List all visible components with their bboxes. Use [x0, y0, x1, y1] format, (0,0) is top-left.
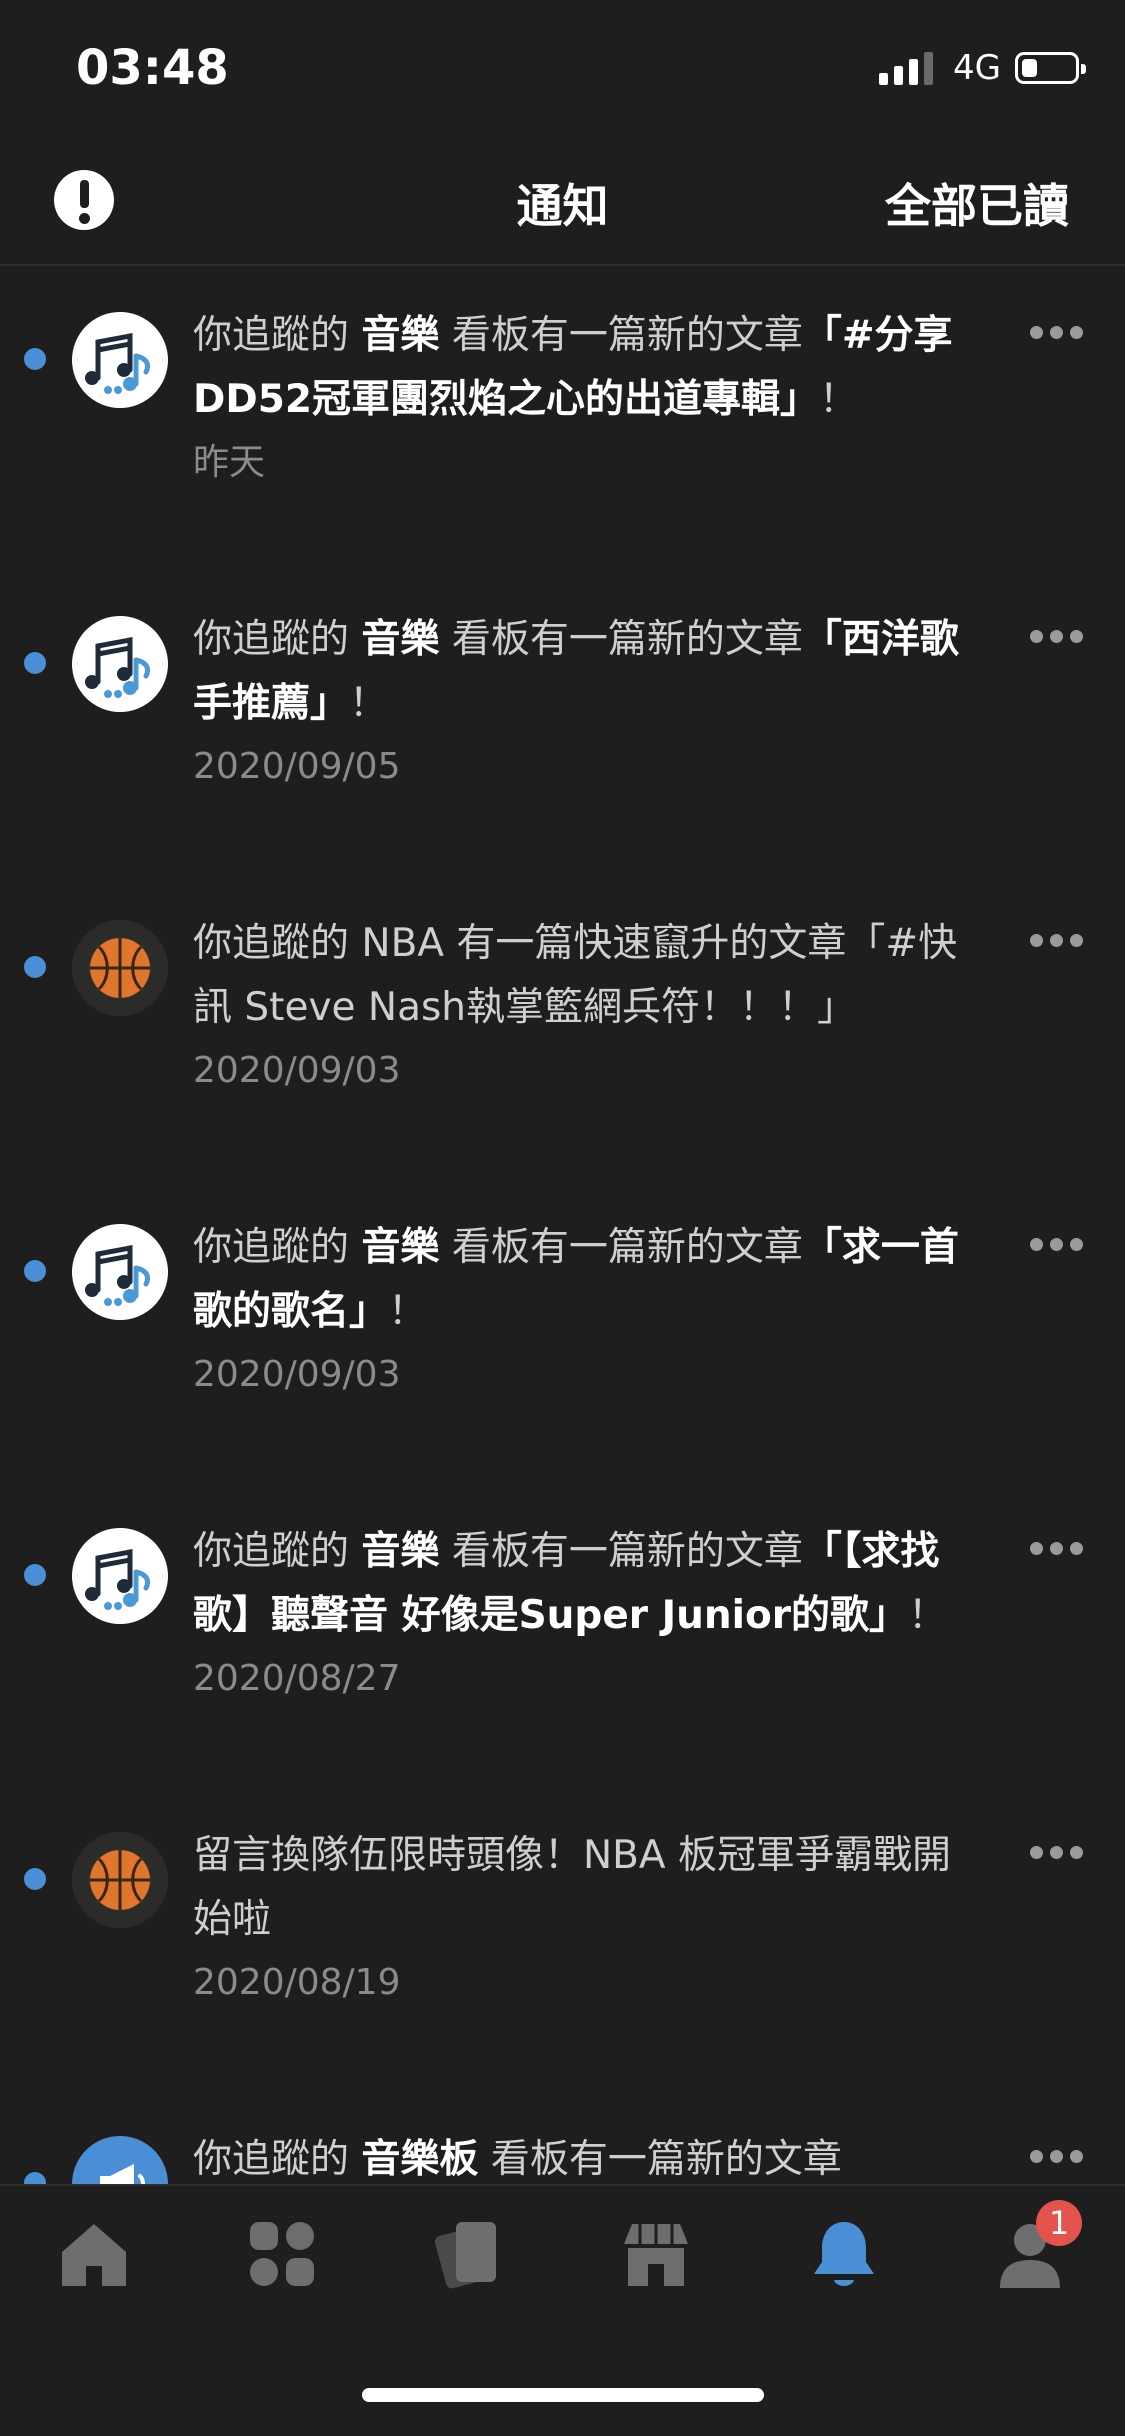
battery-icon: [1015, 52, 1086, 84]
message-text: 你追蹤的: [193, 1225, 362, 1270]
message-text: 看板有一篇新的文章: [439, 313, 803, 358]
notification-list: 你追蹤的 音樂 看板有一篇新的文章「#分享 DD52冠軍團烈焰之心的出道專輯」！…: [0, 300, 1125, 2185]
message-text: 看板有一篇新的文章: [439, 1529, 803, 1574]
nav-header: 通知 全部已讀: [0, 150, 1125, 266]
notification-date: 2020/08/19: [193, 1962, 401, 2003]
message-text: 看板有一篇新的文章: [439, 617, 803, 662]
message-text: 看板有一篇新的文章: [439, 1225, 803, 1270]
notification-date: 昨天: [193, 442, 266, 483]
message-text: 你追蹤的: [193, 313, 362, 358]
message-text: 留言換隊伍限時頭像！NBA 板冠軍爭霸戰開始啦: [193, 1833, 952, 1942]
notification-item[interactable]: 你追蹤的 音樂板 看板有一篇新的文章「Spotify 歌詞」！: [0, 2124, 1125, 2185]
signal-strength-icon: [879, 51, 934, 85]
more-options-icon[interactable]: [1030, 326, 1083, 339]
home-indicator: [362, 2388, 764, 2402]
notification-date: 2020/09/05: [193, 746, 401, 787]
notification-bell-icon[interactable]: [806, 2216, 882, 2292]
notification-message: 你追蹤的 音樂 看板有一篇新的文章「西洋歌手推薦」！: [193, 608, 973, 736]
more-options-icon[interactable]: [1030, 1846, 1083, 1859]
music-board-avatar: [72, 616, 168, 712]
music-board-avatar: [72, 1224, 168, 1320]
more-options-icon[interactable]: [1030, 630, 1083, 643]
unread-dot-icon: [24, 1564, 46, 1586]
more-options-icon[interactable]: [1030, 1542, 1083, 1555]
message-text: 你追蹤的 NBA 有一篇快速竄升的文章「#快訊 Steve Nash執掌籃網兵符…: [193, 921, 958, 1030]
message-highlight: 音樂: [361, 617, 440, 662]
notification-item[interactable]: 你追蹤的 音樂 看板有一篇新的文章「#分享 DD52冠軍團烈焰之心的出道專輯」！…: [0, 300, 1125, 492]
status-bar: 03:48 4G: [0, 0, 1125, 140]
home-icon[interactable]: [56, 2216, 132, 2292]
boards-grid-icon[interactable]: [244, 2216, 320, 2292]
megaphone-avatar: [72, 2136, 168, 2185]
message-highlight: 音樂: [361, 1529, 440, 1574]
music-board-avatar: [72, 1528, 168, 1624]
profile-icon[interactable]: 1: [992, 2200, 1082, 2292]
notification-message: 留言換隊伍限時頭像！NBA 板冠軍爭霸戰開始啦: [193, 1824, 973, 1952]
message-text: 你追蹤的: [193, 1529, 362, 1574]
notification-message: 你追蹤的 音樂 看板有一篇新的文章「求一首歌的歌名」！: [193, 1216, 973, 1344]
tab-bar: 1: [0, 2184, 1125, 2336]
message-text: ！: [908, 1593, 948, 1638]
message-highlight: 音樂: [361, 313, 440, 358]
unread-dot-icon: [24, 652, 46, 674]
notification-message: 你追蹤的 音樂 看板有一篇新的文章「#分享 DD52冠軍團烈焰之心的出道專輯」！: [193, 304, 973, 432]
notification-item[interactable]: 你追蹤的 音樂 看板有一篇新的文章「求一首歌的歌名」！ 2020/09/03: [0, 1212, 1125, 1404]
message-text: ！: [388, 1289, 428, 1334]
network-type: 4G: [953, 48, 1001, 88]
message-highlight: 音樂板: [361, 2137, 479, 2182]
message-text: ！: [349, 681, 389, 726]
message-text: 你追蹤的: [193, 2137, 362, 2182]
notification-item[interactable]: 留言換隊伍限時頭像！NBA 板冠軍爭霸戰開始啦 2020/08/19: [0, 1820, 1125, 2012]
notification-message: 你追蹤的 音樂板 看板有一篇新的文章「Spotify 歌詞」！: [193, 2128, 973, 2185]
unread-dot-icon: [24, 1260, 46, 1282]
basketball-avatar: [72, 1832, 168, 1928]
more-options-icon[interactable]: [1030, 934, 1083, 947]
more-options-icon[interactable]: [1030, 2150, 1083, 2163]
store-icon[interactable]: [618, 2216, 694, 2292]
notification-date: 2020/08/27: [193, 1658, 401, 1699]
unread-dot-icon: [24, 956, 46, 978]
more-options-icon[interactable]: [1030, 1238, 1083, 1251]
notification-item[interactable]: 你追蹤的 音樂 看板有一篇新的文章「西洋歌手推薦」！ 2020/09/05: [0, 604, 1125, 796]
notification-badge: 1: [1036, 2200, 1082, 2246]
notification-item[interactable]: 你追蹤的 NBA 有一篇快速竄升的文章「#快訊 Steve Nash執掌籃網兵符…: [0, 908, 1125, 1100]
message-highlight: 音樂: [361, 1225, 440, 1270]
message-text: 你追蹤的: [193, 617, 362, 662]
notification-message: 你追蹤的 音樂 看板有一篇新的文章「【求找歌】聽聲音 好像是Super Juni…: [193, 1520, 973, 1648]
music-board-avatar: [72, 312, 168, 408]
notification-item[interactable]: 你追蹤的 音樂 看板有一篇新的文章「【求找歌】聽聲音 好像是Super Juni…: [0, 1516, 1125, 1708]
basketball-avatar: [72, 920, 168, 1016]
unread-dot-icon: [24, 1868, 46, 1890]
message-text: 看板有一篇新的文章: [478, 2137, 842, 2182]
clock: 03:48: [76, 40, 229, 96]
message-text: ！: [819, 377, 859, 422]
cards-icon[interactable]: [432, 2216, 508, 2292]
notification-date: 2020/09/03: [193, 1354, 401, 1395]
mark-all-read-button[interactable]: 全部已讀: [885, 170, 1069, 236]
notification-message: 你追蹤的 NBA 有一篇快速竄升的文章「#快訊 Steve Nash執掌籃網兵符…: [193, 912, 973, 1040]
notification-date: 2020/09/03: [193, 1050, 401, 1091]
unread-dot-icon: [24, 348, 46, 370]
